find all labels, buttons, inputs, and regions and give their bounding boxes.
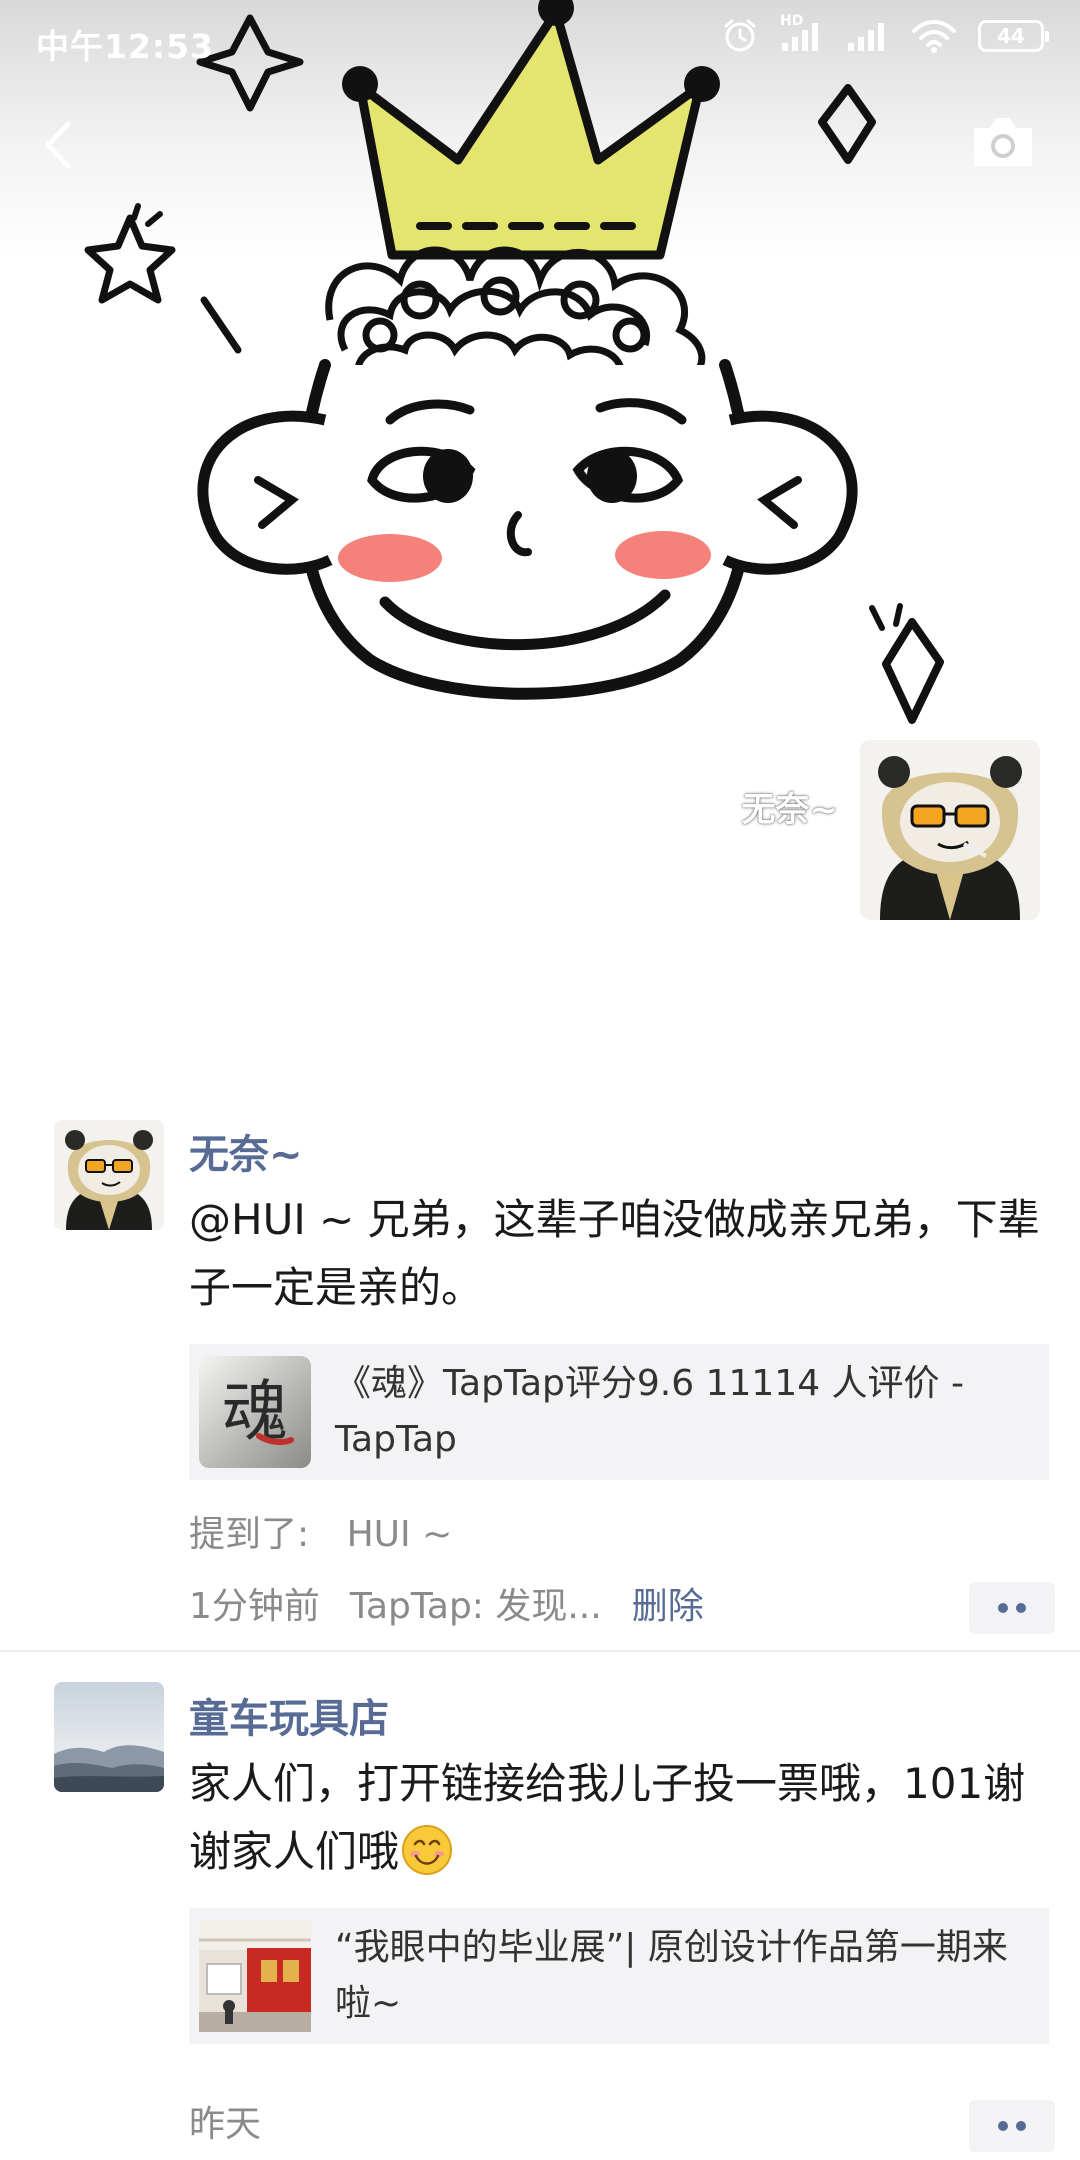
post-body: 无奈~ @HUI ~ 兄弟，这辈子咱没做成亲兄弟，下辈子一定是亲的。 魂 《魂》… — [189, 1130, 1055, 1634]
more-dot-icon — [1016, 1603, 1026, 1613]
delete-button[interactable]: 删除 — [632, 1582, 704, 1632]
camera-icon[interactable] — [968, 112, 1038, 172]
post-author-avatar[interactable] — [54, 1120, 164, 1230]
link-thumbnail — [199, 1920, 311, 2032]
mention-user[interactable]: HUI ~ — [347, 1514, 453, 1555]
landscape-avatar-image — [54, 1682, 164, 1792]
back-icon[interactable] — [30, 110, 90, 180]
status-bar: 中午12:53 HD 44 — [0, 0, 1080, 80]
post-author-name[interactable]: 童车玩具店 — [189, 1694, 1049, 1744]
thumb-glyph: 魂 — [222, 1373, 288, 1450]
more-actions-button[interactable] — [969, 2100, 1055, 2152]
panda-avatar-image — [54, 1120, 164, 1230]
shared-link-card[interactable]: 魂 《魂》TapTap评分9.6 11114 人评价 - TapTap — [189, 1344, 1049, 1480]
status-time: 中午12:53 — [36, 27, 215, 66]
panda-avatar-image — [860, 740, 1040, 920]
alarm-icon — [724, 19, 756, 52]
link-thumbnail: 魂 — [199, 1356, 311, 1468]
moment-post: 无奈~ @HUI ~ 兄弟，这辈子咱没做成亲兄弟，下辈子一定是亲的。 魂 《魂》… — [0, 1120, 1080, 1640]
signal-hd-icon: HD — [780, 13, 824, 53]
exhibition-photo-image — [199, 1920, 311, 2032]
moments-page: 中午12:53 HD 44 无奈~ 无奈~ @HUI ~ 兄弟，这辈子咱没做成亲… — [0, 0, 1080, 2160]
post-author-name[interactable]: 无奈~ — [189, 1130, 1049, 1180]
post-meta: 昨天 — [189, 2100, 1055, 2152]
more-dot-icon — [998, 1603, 1008, 1613]
post-source[interactable]: TapTap: 发现... — [350, 1582, 602, 1632]
status-icons: HD 44 — [722, 13, 1049, 54]
wifi-icon — [912, 20, 956, 53]
mention-line: 提到了: HUI ~ — [189, 1510, 1049, 1560]
post-text-content: 家人们，打开链接给我儿子投一票哦，101谢谢家人们哦 — [189, 1759, 1026, 1876]
post-time: 昨天 — [189, 2104, 262, 2145]
post-meta: 1分钟前 TapTap: 发现... 删除 — [189, 1582, 1055, 1634]
mention-label: 提到了: — [189, 1514, 310, 1555]
more-actions-button[interactable] — [969, 1582, 1055, 1634]
shared-link-card[interactable]: “我眼中的毕业展”| 原创设计作品第一期来啦~ — [189, 1908, 1049, 2044]
link-title: 《魂》TapTap评分9.6 11114 人评价 - TapTap — [335, 1363, 964, 1460]
link-title: “我眼中的毕业展”| 原创设计作品第一期来啦~ — [335, 1927, 1008, 2024]
post-divider — [0, 1650, 1080, 1652]
smile-emoji-icon — [402, 1825, 453, 1875]
game-cover-image: 魂 — [199, 1356, 311, 1468]
post-body: 童车玩具店 家人们，打开链接给我儿子投一票哦，101谢谢家人们哦 “我眼中的毕业… — [189, 1694, 1055, 2152]
post-time: 1分钟前 — [189, 1586, 320, 1627]
post-author-avatar[interactable] — [54, 1682, 164, 1792]
post-text[interactable]: 家人们，打开链接给我儿子投一票哦，101谢谢家人们哦 — [189, 1750, 1049, 1886]
more-dot-icon — [998, 2121, 1008, 2131]
signal-icon — [848, 23, 884, 51]
post-text[interactable]: @HUI ~ 兄弟，这辈子咱没做成亲兄弟，下辈子一定是亲的。 — [189, 1186, 1049, 1322]
owner-name[interactable]: 无奈~ — [742, 782, 839, 831]
owner-avatar[interactable] — [860, 740, 1040, 920]
more-dot-icon — [1016, 2121, 1026, 2131]
cover-image[interactable]: 中午12:53 HD 44 无奈~ — [0, 0, 1080, 1065]
moment-post: 童车玩具店 家人们，打开链接给我儿子投一票哦，101谢谢家人们哦 “我眼中的毕业… — [0, 1682, 1080, 2160]
battery-icon: 44 — [978, 20, 1049, 52]
battery-level: 44 — [997, 24, 1025, 48]
